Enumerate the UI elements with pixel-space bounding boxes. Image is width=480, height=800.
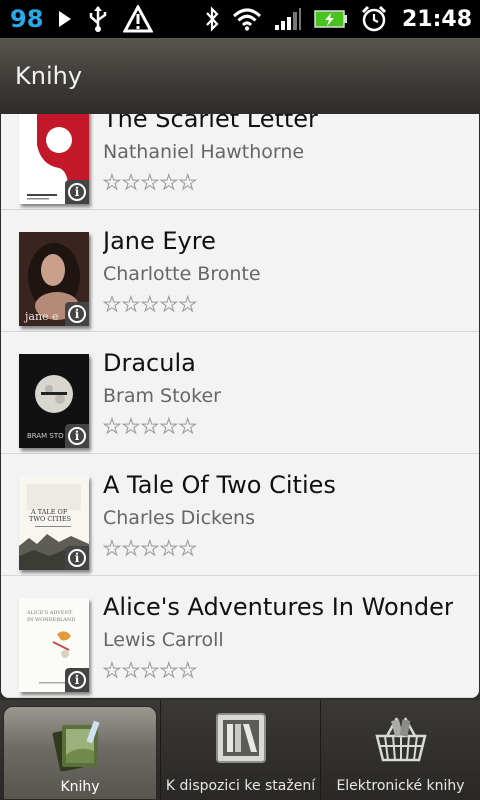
star-icon[interactable]: ★	[121, 172, 140, 193]
book-title: A Tale Of Two Cities	[103, 471, 336, 499]
book-item-tale-of-two-cities[interactable]: A TALE OF TWO CITIES i A Tale Of Two Cit…	[1, 454, 479, 576]
svg-text:IN WONDERLAND: IN WONDERLAND	[27, 617, 75, 623]
title-bar: Knihy	[0, 38, 480, 116]
battery-charging-icon	[314, 10, 347, 28]
clock: 21:48	[401, 6, 472, 32]
jane-eyre-cover[interactable]: jane e i	[19, 232, 89, 326]
usb-icon	[90, 6, 107, 32]
info-icon[interactable]: i	[65, 302, 89, 326]
star-icon[interactable]: ★	[121, 294, 140, 315]
star-icon[interactable]: ★	[159, 172, 178, 193]
star-icon[interactable]: ★	[103, 538, 122, 559]
book-item-dracula[interactable]: BRAM STO i Dracula Bram Stoker ★ ★ ★ ★ ★	[1, 332, 479, 454]
star-icon[interactable]: ★	[103, 660, 122, 681]
bookshelf-icon	[215, 713, 266, 763]
star-icon[interactable]: ★	[121, 660, 140, 681]
book-author: Charles Dickens	[103, 507, 255, 529]
star-icon[interactable]: ★	[178, 294, 197, 315]
books-icon	[52, 720, 100, 771]
alarm-icon	[361, 5, 387, 32]
tab-label: Knihy	[60, 779, 100, 795]
star-icon[interactable]: ★	[178, 538, 197, 559]
rating-stars[interactable]: ★ ★ ★ ★ ★	[103, 172, 198, 193]
tab-available-downloads[interactable]: K dispozici ke stažení	[160, 700, 320, 800]
dracula-cover[interactable]: BRAM STO i	[19, 354, 89, 448]
star-icon[interactable]: ★	[159, 294, 178, 315]
star-icon[interactable]: ★	[159, 660, 178, 681]
book-author: Nathaniel Hawthorne	[103, 141, 305, 163]
book-author: Lewis Carroll	[103, 629, 224, 651]
star-icon[interactable]: ★	[140, 172, 159, 193]
star-icon[interactable]: ★	[140, 538, 159, 559]
star-icon[interactable]: ★	[103, 172, 122, 193]
wifi-icon	[232, 8, 261, 31]
book-title: The Scarlet Letter	[103, 114, 318, 133]
rating-stars[interactable]: ★ ★ ★ ★ ★	[103, 416, 198, 437]
bluetooth-icon	[206, 6, 219, 32]
tab-label: Elektronické knihy	[336, 778, 465, 794]
star-icon[interactable]: ★	[140, 416, 159, 437]
star-icon[interactable]: ★	[103, 416, 122, 437]
star-icon[interactable]: ★	[178, 172, 197, 193]
play-icon	[59, 11, 72, 27]
basket-icon	[374, 717, 427, 762]
rating-stars[interactable]: ★ ★ ★ ★ ★	[103, 660, 198, 681]
info-icon[interactable]: i	[65, 424, 89, 448]
svg-text:ALICE'S ADVENT: ALICE'S ADVENT	[26, 610, 73, 616]
svg-text:TWO CITIES: TWO CITIES	[29, 515, 71, 523]
book-item-scarlet-letter[interactable]: i The Scarlet Letter Nathaniel Hawthorne…	[1, 114, 479, 210]
tab-books[interactable]: Knihy	[3, 706, 157, 800]
star-icon[interactable]: ★	[178, 660, 197, 681]
book-item-alice[interactable]: ALICE'S ADVENT IN WONDERLAND i Alice's A…	[1, 576, 479, 698]
book-title: Dracula	[103, 349, 196, 377]
star-icon[interactable]: ★	[121, 538, 140, 559]
scarlet-letter-cover[interactable]: i	[19, 114, 89, 204]
svg-text:jane e: jane e	[23, 310, 59, 323]
rating-stars[interactable]: ★ ★ ★ ★ ★	[103, 538, 198, 559]
info-icon[interactable]: i	[65, 180, 89, 204]
book-list[interactable]: i The Scarlet Letter Nathaniel Hawthorne…	[1, 114, 479, 698]
star-icon[interactable]: ★	[178, 416, 197, 437]
tale-of-two-cities-cover[interactable]: A TALE OF TWO CITIES i	[19, 476, 89, 570]
signal-strength-icon	[274, 8, 301, 30]
book-author: Bram Stoker	[103, 385, 221, 407]
rating-stars[interactable]: ★ ★ ★ ★ ★	[103, 294, 198, 315]
status-bar: 98 21:48	[0, 0, 480, 38]
svg-text:BRAM STO: BRAM STO	[27, 432, 64, 440]
book-item-jane-eyre[interactable]: jane e i Jane Eyre Charlotte Bronte ★ ★ ★ ★…	[1, 210, 479, 332]
book-title: Jane Eyre	[103, 227, 216, 255]
book-list-frame: i The Scarlet Letter Nathaniel Hawthorne…	[0, 114, 480, 700]
star-icon[interactable]: ★	[159, 538, 178, 559]
star-icon[interactable]: ★	[140, 660, 159, 681]
page-title: Knihy	[15, 62, 83, 90]
star-icon[interactable]: ★	[159, 416, 178, 437]
bottom-tab-bar: Knihy K dispozici ke stažení Elektronick…	[0, 700, 480, 800]
book-author: Charlotte Bronte	[103, 263, 261, 285]
tab-ebooks[interactable]: Elektronické knihy	[320, 700, 480, 800]
info-icon[interactable]: i	[65, 546, 89, 570]
tab-label: K dispozici ke stažení	[165, 778, 316, 794]
star-icon[interactable]: ★	[140, 294, 159, 315]
book-title: Alice's Adventures In Wonderland	[103, 593, 453, 621]
star-icon[interactable]: ★	[121, 416, 140, 437]
info-icon[interactable]: i	[65, 668, 89, 692]
star-icon[interactable]: ★	[103, 294, 122, 315]
notification-count: 98	[10, 5, 44, 33]
alice-cover[interactable]: ALICE'S ADVENT IN WONDERLAND i	[19, 598, 89, 692]
warning-icon	[123, 5, 154, 33]
